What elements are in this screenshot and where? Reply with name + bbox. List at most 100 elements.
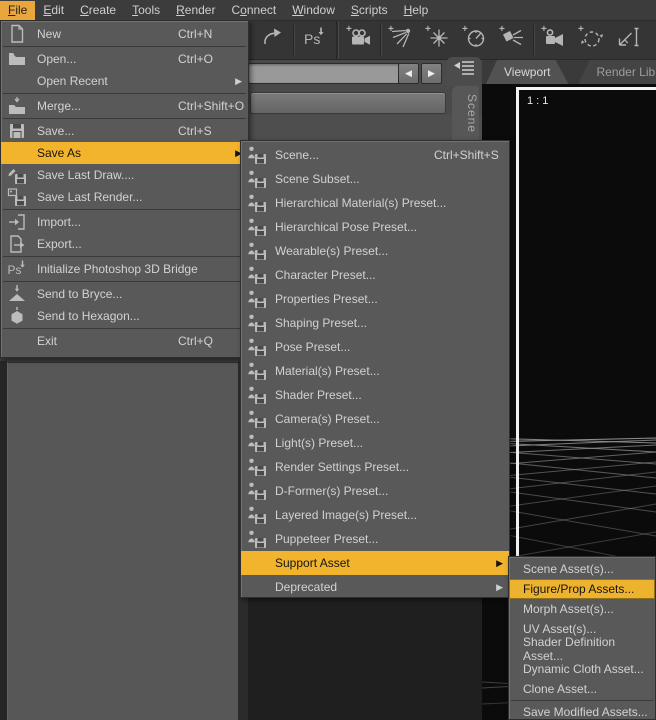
menu-item-deprecated[interactable]: Deprecated ▶ <box>241 575 509 597</box>
menubar-item-tools[interactable]: Tools <box>124 1 168 20</box>
new-camera-button[interactable]: + <box>341 23 378 57</box>
menu-item-camera-s-preset[interactable]: Camera(s) Preset... <box>241 407 509 431</box>
layered-image-preset-icon <box>246 505 268 525</box>
menu-item-label: Layered Image(s) Preset... <box>275 508 418 522</box>
menu-item-shader-definition-asset[interactable]: Shader Definition Asset... <box>509 635 655 663</box>
nav-forward-button[interactable]: ▶ <box>421 63 442 84</box>
menu-item-character-preset[interactable]: Character Preset... <box>241 263 509 287</box>
menu-item-merge[interactable]: Merge... Ctrl+Shift+O <box>1 95 248 117</box>
menu-item-save-modified-assets[interactable]: Save Modified Assets... <box>509 702 655 719</box>
menu-item-save-last-draw[interactable]: Save Last Draw.... <box>1 164 248 186</box>
menu-item-export[interactable]: Export... <box>1 233 248 255</box>
new-distant-light-button[interactable]: + <box>383 23 420 57</box>
menu-item-clone-asset[interactable]: Clone Asset... <box>509 679 655 699</box>
navigation-input[interactable] <box>248 63 404 84</box>
menu-item-initialize-photoshop-3d-bridge[interactable]: Ps Initialize Photoshop 3D Bridge <box>1 258 248 280</box>
measure-tool-button[interactable] <box>610 23 647 57</box>
menu-bar: File Edit Create Tools Render Connect Window Sc… <box>0 0 656 21</box>
menu-item-shaping-preset[interactable]: Shaping Preset... <box>241 311 509 335</box>
back-arrow-icon: ◀ <box>405 68 412 78</box>
menubar-item-file[interactable]: File <box>0 0 36 20</box>
nav-back-button[interactable]: ◀ <box>398 63 419 84</box>
menu-item-scene[interactable]: Scene... Ctrl+Shift+S <box>241 143 509 167</box>
pane-options-button[interactable] <box>447 57 481 86</box>
menu-item-label: Initialize Photoshop 3D Bridge <box>37 262 198 276</box>
menu-item-label: Pose Preset... <box>275 340 351 354</box>
new-linear-point-light-button[interactable]: + <box>457 23 494 57</box>
send-to-bryce-icon <box>6 284 28 304</box>
toolbar-separator <box>336 20 338 59</box>
save-last-render-icon <box>6 187 28 207</box>
light-preset-icon <box>246 433 268 453</box>
menu-item-send-to-hexagon[interactable]: Send to Hexagon... <box>1 305 248 327</box>
new-camera-icon: + <box>346 24 373 55</box>
new-spotlight-button[interactable]: + <box>494 23 531 57</box>
measure-tool-icon <box>615 24 642 55</box>
new-file-icon <box>6 24 28 44</box>
menu-item-material-s-preset[interactable]: Material(s) Preset... <box>241 359 509 383</box>
scene-subset-preset-icon <box>246 169 268 189</box>
send-to-hexagon-icon <box>6 306 28 326</box>
menubar-item-create[interactable]: Create <box>72 1 124 20</box>
menu-item-hierarchical-material-s-preset[interactable]: Hierarchical Material(s) Preset... <box>241 191 509 215</box>
menu-item-wearable-s-preset[interactable]: Wearable(s) Preset... <box>241 239 509 263</box>
menu-item-label: Hierarchical Pose Preset... <box>275 220 418 234</box>
menu-item-label: Morph Asset(s)... <box>523 602 614 616</box>
menu-item-save-last-render[interactable]: Save Last Render... <box>1 186 248 208</box>
menu-item-layered-image-s-preset[interactable]: Layered Image(s) Preset... <box>241 503 509 527</box>
menu-item-puppeteer-preset[interactable]: Puppeteer Preset... <box>241 527 509 551</box>
menu-item-light-s-preset[interactable]: Light(s) Preset... <box>241 431 509 455</box>
menu-item-label: Hierarchical Material(s) Preset... <box>275 196 447 210</box>
toolbar-separator <box>380 24 381 55</box>
menubar-item-scripts[interactable]: Scripts <box>343 1 396 20</box>
tab-render-library[interactable]: Render Libra <box>578 60 656 84</box>
menubar-item-render[interactable]: Render <box>168 1 223 20</box>
menu-item-new[interactable]: New Ctrl+N <box>1 23 248 45</box>
pose-preset-icon <box>246 337 268 357</box>
menu-item-render-settings-preset[interactable]: Render Settings Preset... <box>241 455 509 479</box>
menubar-item-window[interactable]: Window <box>284 1 343 20</box>
menu-item-shader-preset[interactable]: Shader Preset... <box>241 383 509 407</box>
camera-preset-icon <box>246 409 268 429</box>
puppeteer-preset-icon <box>246 529 268 549</box>
orbit-tool-button[interactable]: + <box>573 23 610 57</box>
new-view-camera-button[interactable]: + <box>536 23 573 57</box>
svg-text:+: + <box>541 24 547 35</box>
menu-item-label: Light(s) Preset... <box>275 436 364 450</box>
menu-item-open-recent[interactable]: Open Recent ▶ <box>1 70 248 92</box>
menu-item-scene-subset[interactable]: Scene Subset... <box>241 167 509 191</box>
menubar-item-help[interactable]: Help <box>396 1 437 20</box>
menu-item-save[interactable]: Save... Ctrl+S <box>1 120 248 142</box>
menubar-item-connect[interactable]: Connect <box>223 1 284 20</box>
menu-item-shortcut: Ctrl+Q <box>178 334 214 348</box>
redo-button[interactable] <box>254 23 291 57</box>
menu-item-import[interactable]: Import... <box>1 211 248 233</box>
render-settings-preset-icon <box>246 457 268 477</box>
pane-wide-button[interactable] <box>250 92 446 114</box>
menu-item-label: Material(s) Preset... <box>275 364 380 378</box>
menu-item-figure-prop-assets[interactable]: Figure/Prop Assets... <box>509 579 655 599</box>
menu-item-morph-asset-s[interactable]: Morph Asset(s)... <box>509 599 655 619</box>
menubar-item-edit[interactable]: Edit <box>35 1 72 20</box>
menu-item-support-asset[interactable]: Support Asset ▶ <box>241 551 509 575</box>
menu-item-save-as[interactable]: Save As ▶ <box>1 142 248 164</box>
menu-item-scene-asset-s[interactable]: Scene Asset(s)... <box>509 559 655 579</box>
menu-item-dynamic-cloth-asset[interactable]: Dynamic Cloth Asset... <box>509 659 655 679</box>
menu-item-open[interactable]: Open... Ctrl+O <box>1 48 248 70</box>
menu-item-label: Puppeteer Preset... <box>275 532 379 546</box>
menu-item-send-to-bryce[interactable]: Send to Bryce... <box>1 283 248 305</box>
tab-viewport[interactable]: Viewport <box>486 60 568 84</box>
scene-preset-icon <box>246 145 268 165</box>
submenu-arrow-icon: ▶ <box>235 75 242 86</box>
menu-item-shortcut: Ctrl+Shift+O <box>178 99 245 113</box>
menu-item-properties-preset[interactable]: Properties Preset... <box>241 287 509 311</box>
menu-item-exit[interactable]: Exit Ctrl+Q <box>1 330 248 352</box>
menu-item-pose-preset[interactable]: Pose Preset... <box>241 335 509 359</box>
menu-item-d-former-s-preset[interactable]: D-Former(s) Preset... <box>241 479 509 503</box>
shaping-preset-icon <box>246 313 268 333</box>
support-asset-submenu: Scene Asset(s)... Figure/Prop Assets... Mo… <box>508 556 656 720</box>
menu-item-label: Support Asset <box>275 556 350 570</box>
menu-item-hierarchical-pose-preset[interactable]: Hierarchical Pose Preset... <box>241 215 509 239</box>
new-point-light-button[interactable]: + <box>420 23 457 57</box>
photoshop-3d-bridge-button[interactable]: Ps <box>296 23 333 57</box>
